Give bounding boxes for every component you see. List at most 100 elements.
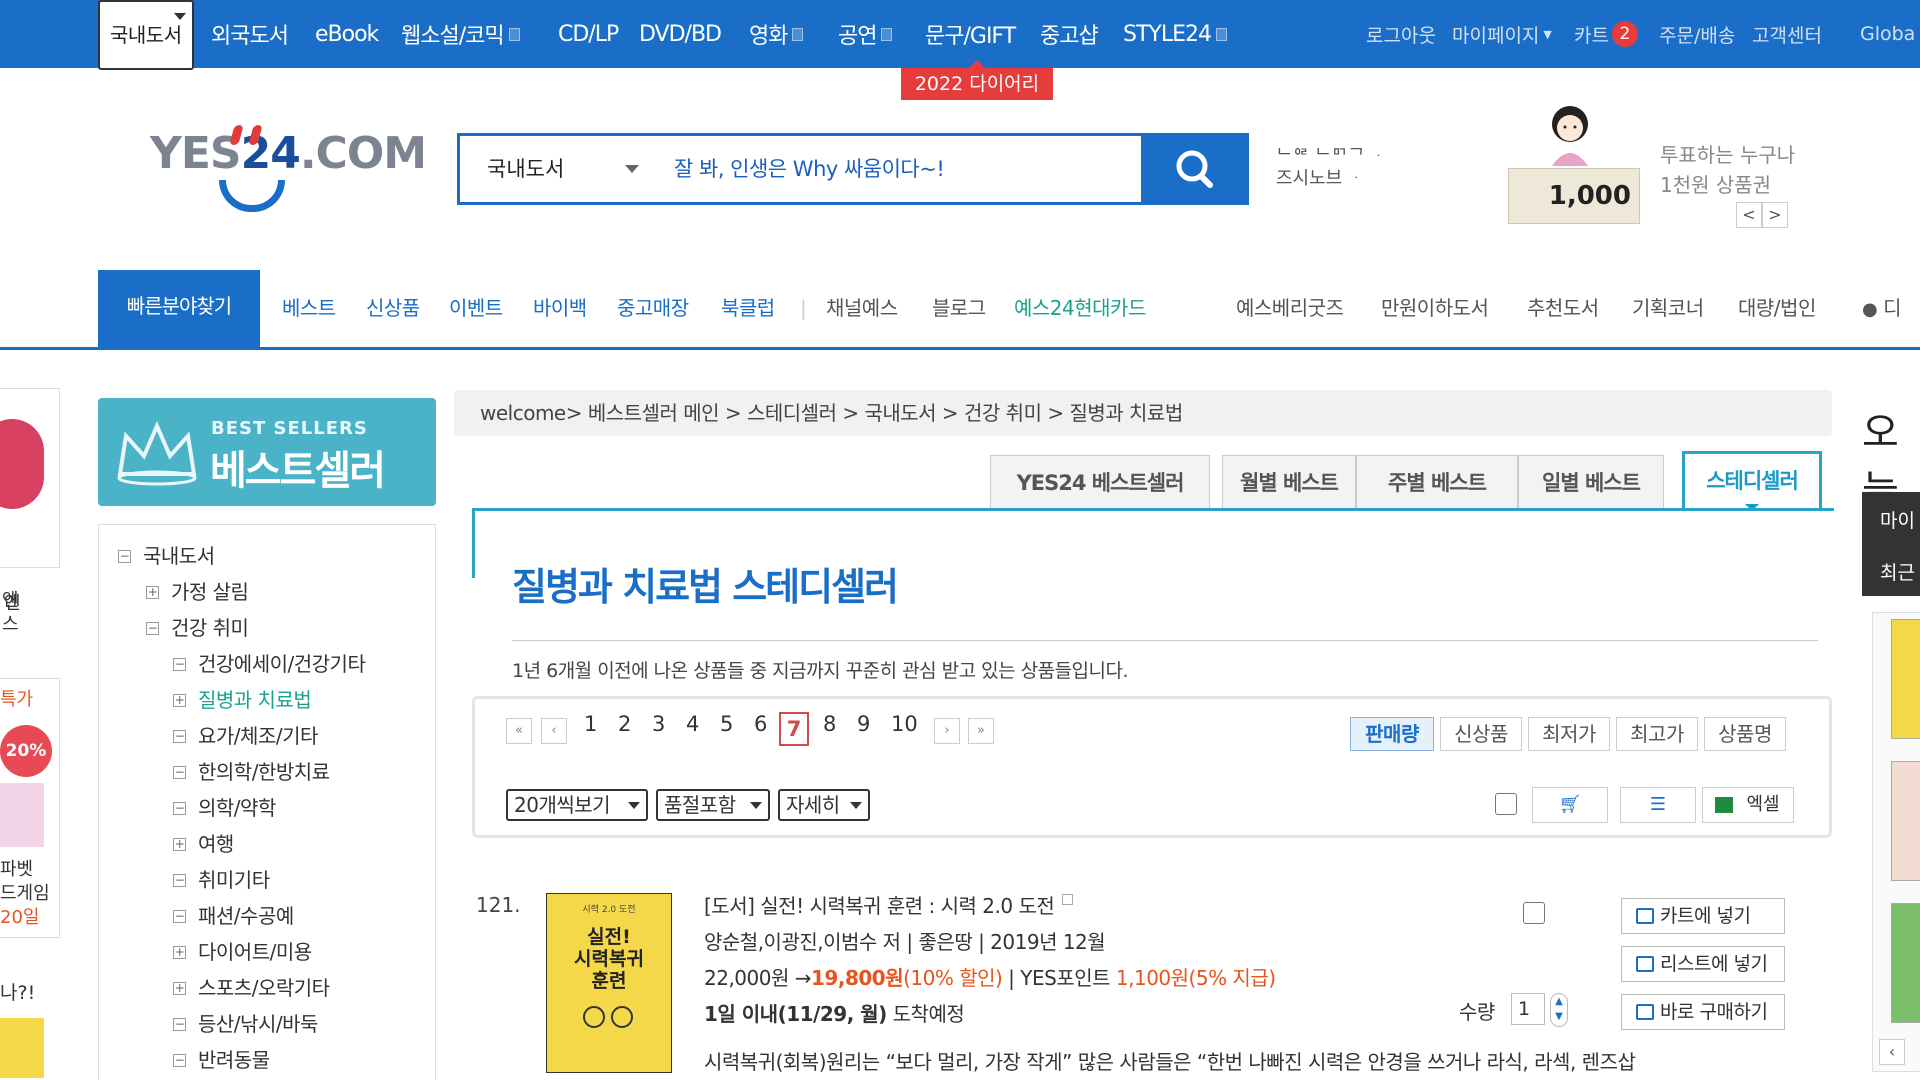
topnav-performance[interactable]: 공연 [838, 0, 893, 68]
select-all-checkbox[interactable] [1495, 793, 1517, 815]
recent-prev-button[interactable]: ‹ [1879, 1039, 1905, 1065]
recent-menu[interactable]: 최근 [1880, 558, 1915, 585]
last-page-button[interactable]: » [968, 718, 994, 744]
nav2-goods[interactable]: 예스베리굿즈 [1236, 270, 1344, 346]
add-cart-all-button[interactable]: 🛒︎ [1532, 787, 1608, 823]
tree-item[interactable]: + 가정 살림 [146, 576, 249, 605]
topnav-foreign-books[interactable]: 외국도서 [211, 0, 289, 68]
voucher-image[interactable]: 1,000 [1508, 168, 1640, 224]
search-box[interactable]: 국내도서 잘 봐, 인생은 Why 싸움이다~! [457, 133, 1249, 205]
tree-item[interactable]: + 스포츠/오락기타 [173, 972, 330, 1001]
recent-item[interactable] [1891, 903, 1920, 1023]
recent-keywords[interactable]: ᄂᄋᄅ ᄂᄆᄀᄀ ᆞ 즈시노브 ᆞ [1276, 146, 1387, 188]
view-select[interactable]: 자세히 [778, 789, 870, 821]
search-category-select[interactable]: 국내도서 [487, 136, 564, 202]
side-banner[interactable]: 엔 [0, 388, 60, 614]
ad-next-button[interactable]: > [1762, 202, 1788, 228]
recent-item[interactable] [1891, 761, 1920, 881]
page-current[interactable]: 7 [779, 712, 809, 746]
cart-link[interactable]: 카트 2 [1574, 0, 1638, 68]
tab-yes24-best[interactable]: YES24 베스트셀러 [990, 455, 1210, 509]
logout-link[interactable]: 로그아웃 [1366, 0, 1436, 68]
tree-item[interactable]: − 건강에세이/건강기타 [173, 648, 366, 677]
tree-item[interactable]: − 반려동물 [173, 1044, 270, 1073]
topnav-style24[interactable]: STYLE24 [1123, 0, 1227, 68]
page-5[interactable]: 5 [720, 712, 733, 736]
yes24-logo[interactable]: YES24.COM [150, 128, 427, 179]
nav2-best[interactable]: 베스트 [282, 270, 336, 346]
order-delivery-link[interactable]: 주문/배송 [1659, 0, 1735, 68]
mypage-link[interactable]: 마이페이지 ▼ [1452, 0, 1552, 68]
sort-new-button[interactable]: 신상품 [1440, 717, 1522, 751]
topnav-webnovel[interactable]: 웹소설/코믹 [401, 0, 520, 68]
topnav-cdlp[interactable]: CD/LP [558, 0, 619, 68]
tab-weekly-best[interactable]: 주별 베스트 [1356, 455, 1518, 509]
add-to-cart-button[interactable]: 카트에 넣기 [1621, 898, 1785, 934]
nav2-channel-yes[interactable]: 채널예스 [826, 270, 898, 346]
nav2-used-store[interactable]: 중고매장 [617, 270, 689, 346]
excel-button[interactable]: 엑셀 [1702, 787, 1794, 823]
buy-now-button[interactable]: 바로 구매하기 [1621, 994, 1785, 1030]
nav2-hyundai-card[interactable]: 예스24현대카드 [1014, 270, 1146, 346]
product-checkbox[interactable] [1523, 902, 1545, 924]
page-6[interactable]: 6 [754, 712, 767, 736]
nav2-bookclub[interactable]: 북클럽 [721, 270, 775, 346]
prev-page-button[interactable]: ‹ [541, 718, 567, 744]
topnav-gift[interactable]: 문구/GIFT [925, 0, 1016, 68]
global-link[interactable]: Globa [1860, 0, 1915, 68]
quick-category-button[interactable]: 빠른분야찾기 [98, 270, 260, 350]
tree-item[interactable]: + 여행 [173, 828, 234, 857]
diary-promo-badge[interactable]: 2022 다이어리 [901, 60, 1053, 100]
tree-item[interactable]: − 건강 취미 [146, 612, 249, 641]
nav2-blog[interactable]: 블로그 [932, 270, 986, 346]
nav2-bulk[interactable]: 대량/법인 [1738, 270, 1816, 346]
sort-sales-button[interactable]: 판매량 [1350, 717, 1434, 751]
topnav-ebook[interactable]: eBook [315, 0, 379, 68]
breadcrumb[interactable]: welcome> 베스트셀러 메인 > 스테디셀러 > 국내도서 > 건강 취미… [454, 390, 1832, 436]
tree-item[interactable]: − 패션/수공예 [173, 900, 294, 929]
tree-item[interactable]: − 취미기타 [173, 864, 270, 893]
sort-lowest-button[interactable]: 최저가 [1528, 717, 1610, 751]
page-8[interactable]: 8 [823, 712, 836, 736]
tree-item[interactable]: − 요가/체조/기타 [173, 720, 318, 749]
soldout-select[interactable]: 품절포함 [656, 789, 770, 821]
topnav-dvdbd[interactable]: DVD/BD [639, 0, 722, 68]
page-1[interactable]: 1 [584, 712, 597, 736]
bestseller-banner[interactable]: BEST SELLERS 베스트셀러 [98, 398, 436, 506]
tree-item[interactable]: − 한의학/한방치료 [173, 756, 330, 785]
quantity-stepper[interactable]: ▲ ▼ [1550, 993, 1568, 1027]
nav2-new[interactable]: 신상품 [366, 270, 420, 346]
product-cover[interactable]: 시력 2.0 도전 실전! 시력복귀 훈련 [546, 893, 672, 1073]
search-button[interactable] [1141, 133, 1249, 205]
customer-center-link[interactable]: 고객센터 [1752, 0, 1822, 68]
nav2-under10000[interactable]: 만원이하도서 [1381, 270, 1489, 346]
tree-item-selected[interactable]: + 질병과 치료법 [173, 684, 312, 713]
page-4[interactable]: 4 [686, 712, 699, 736]
ad-text[interactable]: 투표하는 누구나 1천원 상품권 [1660, 140, 1795, 200]
page-2[interactable]: 2 [618, 712, 631, 736]
side-banner[interactable]: 특가 20% 파벳 드게임 20일 [0, 678, 60, 938]
tab-monthly-best[interactable]: 월별 베스트 [1222, 455, 1356, 509]
tree-item[interactable]: − 등산/낚시/바둑 [173, 1008, 318, 1037]
page-9[interactable]: 9 [857, 712, 870, 736]
topnav-used[interactable]: 중고샵 [1040, 0, 1099, 68]
topnav-domestic-books[interactable]: 국내도서 [98, 0, 194, 70]
ad-prev-button[interactable]: < [1736, 202, 1762, 228]
first-page-button[interactable]: « [506, 718, 532, 744]
sort-highest-button[interactable]: 최고가 [1616, 717, 1698, 751]
product-title[interactable]: [도서] 실전! 시력복귀 훈련 : 시력 2.0 도전 [704, 890, 1074, 919]
tree-item[interactable]: − 국내도서 [118, 540, 215, 569]
nav2-planning[interactable]: 기획코너 [1632, 270, 1704, 346]
quantity-input[interactable]: 1 [1511, 993, 1545, 1025]
nav2-buyback[interactable]: 바이백 [533, 270, 587, 346]
nav2-event[interactable]: 이벤트 [449, 270, 503, 346]
tab-daily-best[interactable]: 일별 베스트 [1518, 455, 1664, 509]
page-10[interactable]: 10 [891, 712, 918, 736]
next-page-button[interactable]: › [934, 718, 960, 744]
add-list-all-button[interactable]: ☰ [1620, 787, 1696, 823]
topnav-movie[interactable]: 영화 [749, 0, 804, 68]
tree-item[interactable]: − 의학/약학 [173, 792, 276, 821]
sort-name-button[interactable]: 상품명 [1704, 717, 1786, 751]
tree-item[interactable]: + 다이어트/미용 [173, 936, 312, 965]
tab-steady-seller[interactable]: 스테디셀러 [1682, 451, 1822, 511]
